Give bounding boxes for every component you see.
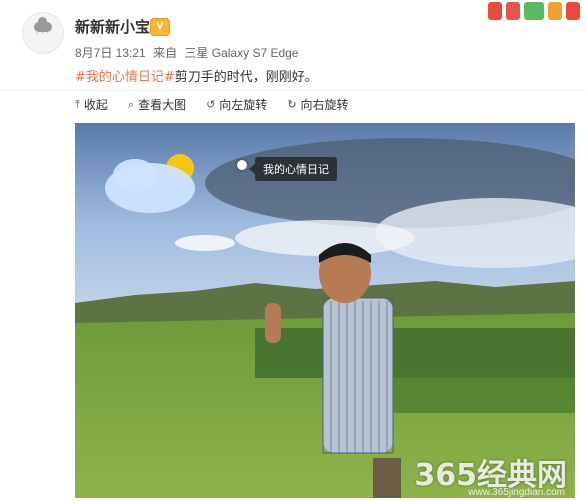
post-photo[interactable]: 我的心情日记 365经典网 www.365jingdian.com: [75, 123, 575, 498]
collapse-button[interactable]: ⤒ 收起: [75, 96, 108, 113]
arrow-up-icon: ⤒: [75, 97, 80, 111]
topic-link[interactable]: #我的心情日记#: [75, 70, 175, 85]
rotate-left-icon: ↺: [206, 98, 216, 111]
view-large-label: 查看大图: [138, 98, 187, 112]
post-meta: 8月7日 13:21 来自 三星 Galaxy S7 Edge: [75, 44, 302, 61]
collapse-label: 收起: [83, 98, 108, 112]
user-avatar[interactable]: ' ' ': [22, 12, 64, 54]
view-large-button[interactable]: ⌕ 查看大图: [128, 96, 186, 113]
source-prefix: 来自: [153, 46, 178, 60]
photo-tag[interactable]: 我的心情日记: [249, 157, 337, 181]
rotate-right-label: 向右旋转: [300, 98, 349, 112]
watermark-url: www.365jingdian.com: [468, 487, 565, 498]
username[interactable]: 新新新小宝: [75, 16, 150, 37]
gift-icon: [506, 2, 520, 20]
post-date[interactable]: 8月7日 13:21: [75, 46, 146, 60]
decoration-icons: [488, 2, 580, 20]
cake-icon: [524, 2, 544, 20]
rain-drops-icon: ' ' ': [36, 32, 50, 39]
post-text: #我的心情日记#剪刀手的时代，刚刚好。: [75, 66, 318, 85]
post-body: 剪刀手的时代，刚刚好。: [174, 70, 318, 85]
rotate-left-label: 向左旋转: [219, 98, 268, 112]
lantern-icon: [488, 2, 502, 20]
source-device[interactable]: 三星 Galaxy S7 Edge: [184, 46, 298, 60]
rotate-right-icon: ↻: [287, 98, 297, 111]
image-toolbar: ⤒ 收起 ⌕ 查看大图 ↺ 向左旋转 ↻ 向右旋转: [75, 96, 349, 113]
divider: [0, 90, 586, 91]
vip-badge-icon[interactable]: V: [150, 18, 170, 36]
lantern-icon: [566, 2, 580, 20]
lantern-icon: [548, 2, 562, 20]
photo-tag-dot[interactable]: [237, 160, 247, 170]
magnifier-icon: ⌕: [127, 97, 135, 111]
cloud-icon: [34, 17, 52, 32]
rotate-left-button[interactable]: ↺ 向左旋转: [206, 96, 267, 113]
rotate-right-button[interactable]: ↻ 向右旋转: [287, 96, 348, 113]
